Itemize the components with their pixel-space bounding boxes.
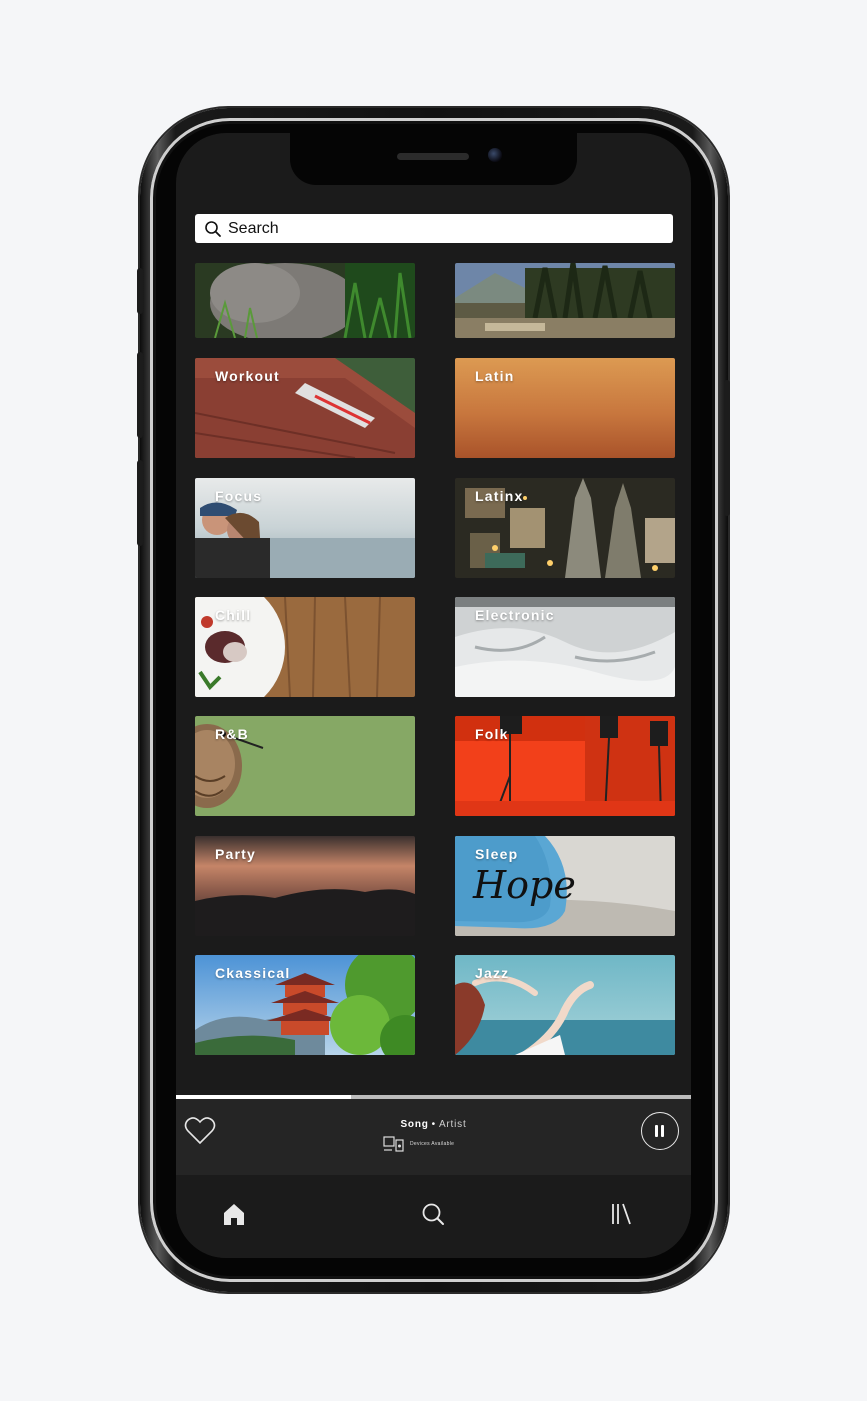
mini-player[interactable]: Song • Artist Devices Available xyxy=(176,1099,691,1175)
tile-title: Workout xyxy=(215,368,280,384)
genre-tile[interactable]: Ckassical xyxy=(195,955,415,1055)
pause-icon[interactable] xyxy=(641,1112,679,1150)
home-icon[interactable] xyxy=(220,1200,248,1228)
power-button xyxy=(724,380,730,516)
genre-tile[interactable]: R&B xyxy=(195,716,415,816)
genre-tile[interactable]: Chill xyxy=(195,597,415,697)
volume-up-button xyxy=(137,352,143,438)
tile-title: Party xyxy=(215,846,257,862)
genre-tile[interactable]: Folk xyxy=(455,716,675,816)
search-icon xyxy=(205,220,221,237)
devices-available[interactable]: Devices Available xyxy=(383,1135,454,1153)
tile-title: R&B xyxy=(215,726,249,742)
silent-switch xyxy=(137,268,143,314)
genre-tile[interactable]: Hope Sleep xyxy=(455,836,675,936)
speaker-grille xyxy=(397,153,469,160)
song-title: Song xyxy=(400,1119,429,1130)
genre-tile[interactable]: Party xyxy=(195,836,415,936)
svg-text:Hope: Hope xyxy=(472,863,576,907)
front-camera xyxy=(488,148,502,162)
tile-title: Jazz xyxy=(475,965,510,981)
tile-image xyxy=(195,263,415,338)
search-icon[interactable] xyxy=(419,1200,447,1228)
separator-dot: • xyxy=(431,1119,436,1130)
tile-title: Chill xyxy=(215,607,252,623)
tile-title: Latinx xyxy=(475,488,524,504)
devices-icon xyxy=(383,1136,404,1152)
tile-title: Ckassical xyxy=(215,965,291,981)
devices-label: Devices Available xyxy=(410,1141,455,1147)
genre-tile[interactable]: Focus xyxy=(195,478,415,578)
artist-name: Artist xyxy=(438,1119,467,1130)
now-playing[interactable]: Song • Artist xyxy=(176,1119,691,1130)
tile-title: Folk xyxy=(475,726,509,742)
search-label: Search xyxy=(228,219,279,237)
library-icon[interactable] xyxy=(607,1200,635,1228)
tile-title: Sleep xyxy=(475,846,519,862)
genre-tile[interactable]: Jazz xyxy=(455,955,675,1055)
genre-tile[interactable] xyxy=(195,263,415,338)
tile-image xyxy=(455,263,675,338)
genre-tile[interactable]: Electronic xyxy=(455,597,675,697)
genre-tile[interactable] xyxy=(455,263,675,338)
search-bar[interactable]: Search xyxy=(195,214,673,243)
app-screen: Search Workout Latin Focus Latinx Chill … xyxy=(176,133,691,1258)
genre-tile[interactable]: Latin xyxy=(455,358,675,458)
tile-title: Latin xyxy=(475,368,515,384)
volume-down-button xyxy=(137,460,143,546)
notch xyxy=(290,133,577,185)
tab-bar xyxy=(176,1175,691,1258)
tile-title: Focus xyxy=(215,488,263,504)
genre-tile[interactable]: Workout xyxy=(195,358,415,458)
tile-title: Electronic xyxy=(475,607,555,623)
genre-tile[interactable]: Latinx xyxy=(455,478,675,578)
